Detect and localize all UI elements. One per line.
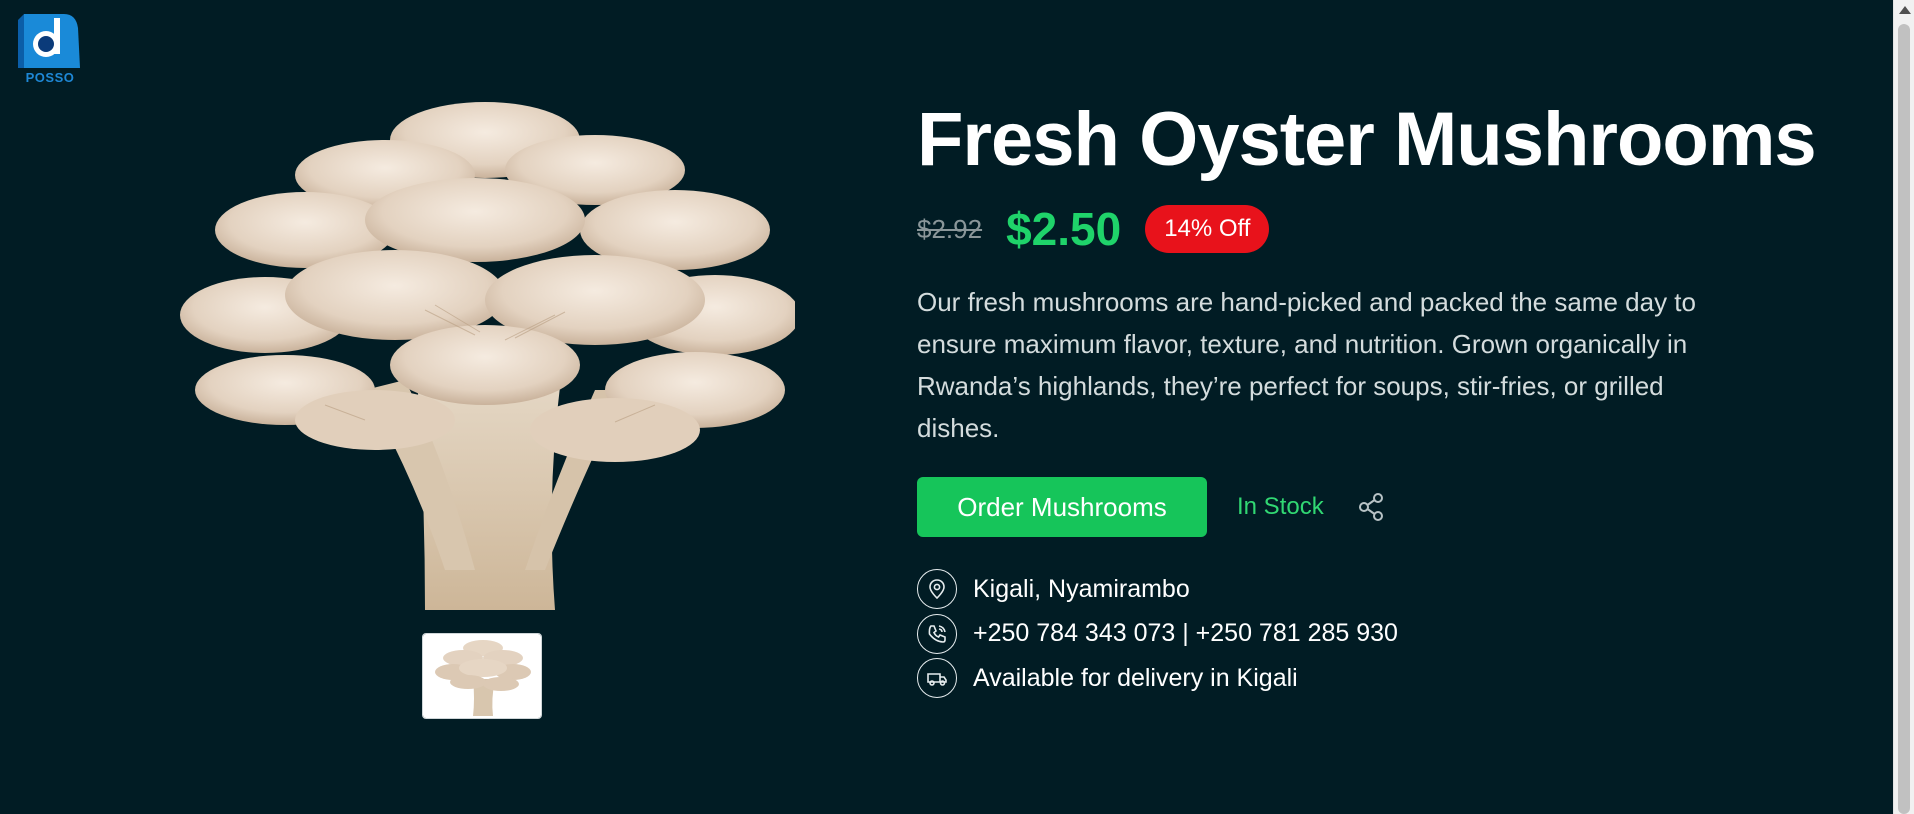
brand-logo[interactable]: POSSO [16,10,84,86]
logo-text: POSSO [25,70,75,85]
page-scrollbar[interactable] [1893,0,1914,814]
contact-phone: +250 784 343 073 | +250 781 285 930 [917,612,1747,656]
phone-text: +250 784 343 073 | +250 781 285 930 [973,619,1398,647]
product-thumbnail[interactable] [422,633,542,719]
phone-icon [917,613,957,654]
discount-badge: 14% Off [1145,205,1270,253]
product-title: Fresh Oyster Mushrooms [917,97,1817,182]
order-button[interactable]: Order Mushrooms [917,477,1207,537]
scroll-thumb[interactable] [1898,24,1910,814]
old-price: $2.92 [917,213,983,244]
location-pin-icon [917,569,957,609]
stock-status: In Stock [1237,493,1324,520]
delivery-text: Available for delivery in Kigali [973,663,1298,692]
contact-info: Kigali, Nyamirambo +250 784 343 073 | +2… [917,567,1747,700]
location-text: Kigali, Nyamirambo [973,574,1190,603]
current-price: $2.50 [1006,203,1122,255]
delivery-truck-icon [917,658,957,698]
product-main-image [175,100,800,610]
product-description: Our fresh mushrooms are hand-picked and … [917,287,1696,443]
share-icon[interactable] [1356,492,1386,522]
contact-location: Kigali, Nyamirambo [917,567,1747,611]
price-row: $2.92 $2.50 14% Off [917,203,1747,255]
contact-delivery: Available for delivery in Kigali [917,656,1747,700]
scroll-up-arrow-icon[interactable] [1899,6,1911,14]
product-info: Fresh Oyster Mushrooms $2.92 $2.50 14% O… [917,95,1817,701]
product-actions: Order Mushrooms In Stock [917,477,1747,537]
logo-icon [18,14,80,68]
